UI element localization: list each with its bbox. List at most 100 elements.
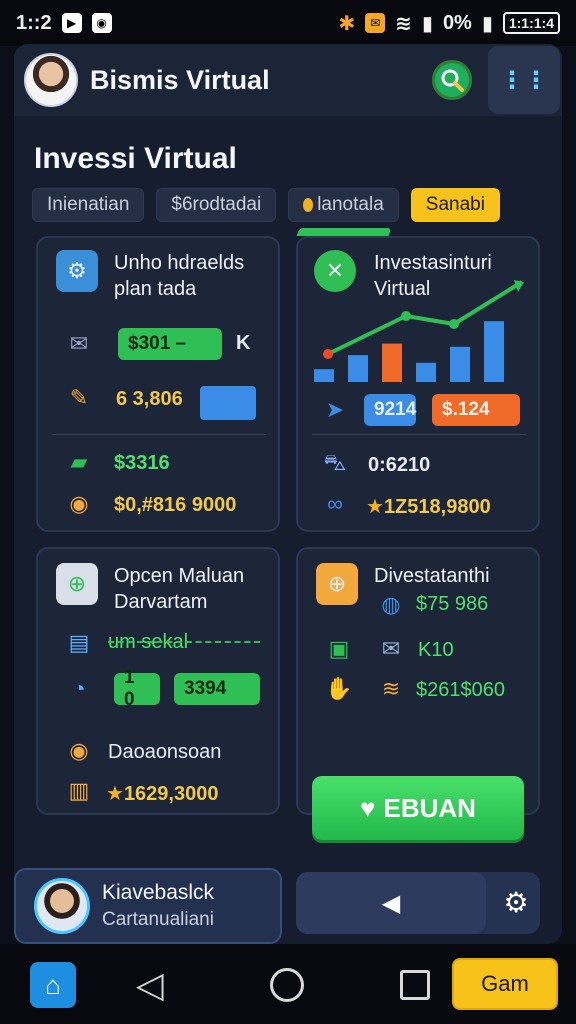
signal-icon: ▮ [421,12,433,35]
balance-pill: $301 – [118,328,222,360]
value-text: 1Z518,9800 [383,496,491,518]
back-button[interactable]: ◀ [296,872,486,934]
profile-role: Cartanualiani [102,909,214,930]
coins-icon: ◉ [69,491,89,516]
wifi-icon: ≋ [395,12,412,35]
tab-label: Inienatian [47,194,130,215]
coins-icon: ◉ [69,738,89,763]
card-title: Investasinturi [374,252,492,274]
send-icon: ➤ [325,397,345,422]
nav-home-button[interactable] [270,968,304,1002]
card-accent [296,228,392,236]
value-row: 6 3,806 [116,388,183,410]
bluetooth-icon: ✱ [338,12,356,35]
document-icon: ⊕ [56,563,98,605]
battery-icon: 1:1:1:4 [502,12,560,34]
notification-icon: ✉ [365,13,386,33]
mail-icon: ✉ [69,331,89,356]
divider [52,434,266,435]
profile-card[interactable]: Kiavebaslck Cartanualiani [14,868,282,944]
folder-icon: ⊕ [316,563,358,605]
home-app-button[interactable]: ⌂ [30,962,76,1008]
page-title: Invessi Virtual [34,142,237,175]
cta-label: EBUAN [383,792,476,823]
star-icon: ★ [366,496,384,518]
triangle-back-icon: ◁ [136,964,164,1005]
settings-button[interactable]: ⚙ [492,878,540,926]
value-text: 1629,3000 [123,783,219,805]
menu-button[interactable]: ⋮⋮ [488,46,560,114]
pencil-icon: ✎ [69,385,89,410]
value-row: $75 986 [416,593,489,615]
hand-icon: ✋ [325,676,353,701]
tab-label: $6rodtadai [171,194,262,215]
house-icon: ⌂ [45,969,61,1000]
value-row: Daoaonsoan [108,741,222,763]
wallet-icon: ▣ [328,636,350,661]
cta-button[interactable]: ♥ EBUAN [312,776,524,840]
nav-back-button[interactable]: ◁ [136,964,164,1006]
back-arrow-icon: ◀ [381,889,401,917]
amount-pill: 3394 [174,673,260,705]
card-investment-action[interactable]: ⊕ Divestatanthi ◍ $75 986 ▣ ✉ K10 ✋ ≋ $2… [296,547,540,815]
value-row: $3316 [114,452,170,474]
chart-bar [450,346,470,382]
search-button[interactable] [432,60,472,100]
chart-icon: ▤ [68,630,90,655]
loss-pill: $.124 [432,394,520,426]
tab-active[interactable]: Sanabi [410,188,500,222]
search-icon [441,69,464,92]
battery-small-icon: ▮ [481,12,493,35]
cash-stack-icon: ▥ [68,778,90,803]
dashed-line [108,641,260,643]
value-row: ★1629,3000 [106,781,218,806]
avatar[interactable] [34,878,90,934]
clock-icon: ◔ [72,676,86,701]
growth-pill: 9214 [364,394,416,426]
blocks-icon [200,386,256,420]
car-icon: ⛍ [323,449,347,475]
chart-bar [484,321,504,382]
mail-icon: ✉ [381,636,401,661]
globe-icon: ◍ [381,592,401,617]
dots-menu-icon: ⋮⋮ [500,66,548,94]
game-button[interactable]: Gam [452,958,558,1010]
card-open-plan[interactable]: ⊕ Opcen Maluan Darvartam ▤ um sekal ◔ 1 … [36,547,280,815]
tab-products[interactable]: $6rodtadai [156,188,277,222]
profile-text: Kiavebaslck Cartanualiani [102,881,214,931]
avatar[interactable] [24,53,78,107]
app-title: Bismis Virtual [90,64,270,95]
growth-chart [314,280,524,382]
value-row: $0,#816 9000 [114,494,237,516]
gear-icon: ⚙ [503,886,529,918]
card-investment[interactable]: ✕ Investasinturi Virtual ➤ 9214 $.124 ⛍ … [296,228,540,532]
tab-information[interactable]: Inienatian [32,188,145,222]
card-subtitle: plan tada [114,278,197,300]
card-subtitle: Darvartam [114,591,208,613]
value-row: ★1Z518,9800 [366,494,491,519]
bottom-bar: Kiavebaslck Cartanualiani ◀ ⚙ [14,868,562,944]
divider [312,434,526,435]
wifi-coin-icon: ≋ [381,676,401,701]
wallet-icon: ⚙ [56,250,98,292]
value-row: 0:6210 [368,454,431,476]
glasses-icon: ∞ [327,491,343,516]
card-title: Unho hdraelds [114,252,245,274]
tab-label: lanotala [317,194,384,215]
heart-icon: ♥ [360,792,376,823]
status-time: 1::2 [16,11,52,34]
chart-bar [416,362,436,382]
stepper-pill[interactable]: 1 0 [114,667,160,710]
card-holdings[interactable]: ⚙ Unho hdraelds plan tada ✉ $301 – K ✎ 6… [36,236,280,532]
app-header: Bismis Virtual ⋮⋮ [14,44,562,116]
chart-bar [382,343,402,382]
coin-icon [303,198,314,212]
cash-icon: ▰ [70,449,88,474]
camera-notification-icon: ◉ [91,13,112,33]
nav-recent-button[interactable] [400,970,430,1000]
balance-suffix: K [236,332,251,354]
star-icon: ★ [106,783,124,805]
card-title: Opcen Maluan [114,565,245,587]
tab-details[interactable]: lanotala [288,188,399,222]
value-row: $261$060 [416,679,505,701]
